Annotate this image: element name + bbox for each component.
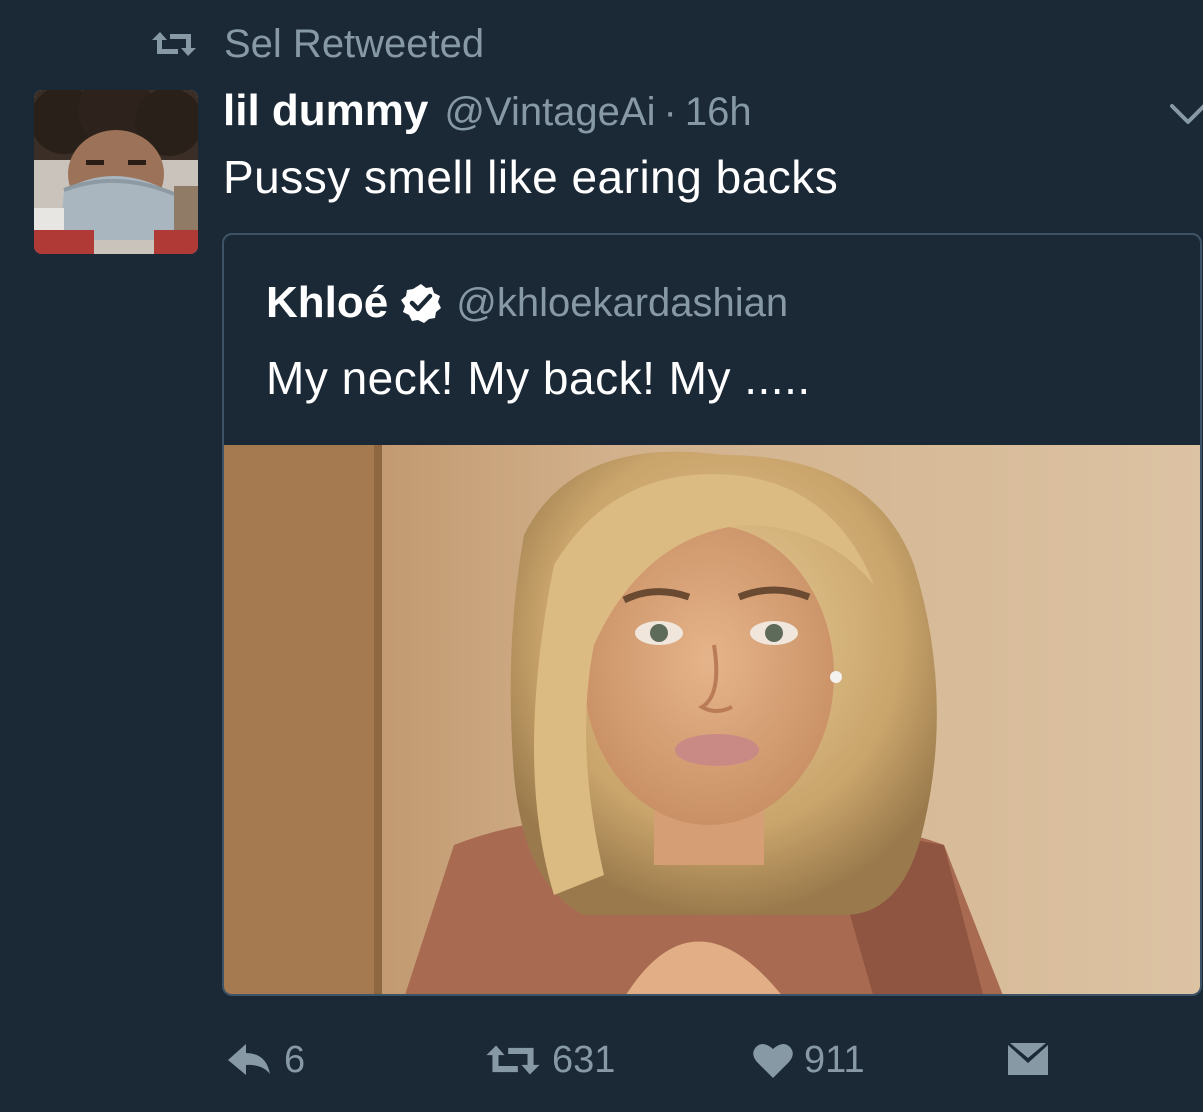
user-handle[interactable]: @VintageAi (444, 90, 655, 135)
quoted-tweet-text: My neck! My back! My ..... (266, 352, 811, 404)
like-count: 911 (804, 1038, 865, 1081)
quoted-user-handle: @khloekardashian (456, 280, 789, 325)
like-button[interactable]: 911 (752, 1030, 865, 1090)
heart-icon (752, 1040, 794, 1080)
verified-badge-icon (400, 282, 442, 324)
reply-button[interactable]: 6 (226, 1030, 305, 1090)
display-name[interactable]: lil dummy (223, 86, 428, 136)
reply-count: 6 (284, 1038, 306, 1081)
separator-dot: · (663, 90, 677, 134)
tweet-header: lil dummy @VintageAi · 16h (223, 86, 752, 138)
avatar[interactable] (34, 90, 198, 254)
direct-message-button[interactable] (1006, 1030, 1050, 1090)
quoted-tweet-photo[interactable] (224, 445, 1200, 994)
reply-icon (226, 1040, 274, 1080)
retweet-context[interactable]: Sel Retweeted (150, 22, 484, 66)
retweet-count: 631 (552, 1038, 616, 1081)
quoted-tweet-header: Khloé @khloekardashian (266, 275, 788, 331)
tweet-view: Sel Retweeted lil dummy @VintageAi · 16h (0, 0, 1203, 1112)
retweet-icon (150, 28, 198, 60)
quoted-tweet-card[interactable]: Khloé @khloekardashian My neck! My back!… (222, 233, 1202, 996)
retweet-icon (484, 1040, 542, 1080)
envelope-icon (1006, 1041, 1050, 1079)
quoted-display-name: Khloé (266, 278, 389, 327)
retweet-context-label: Sel Retweeted (224, 21, 485, 66)
retweet-button[interactable]: 631 (484, 1030, 615, 1090)
tweet-text: Pussy smell like earing backs (223, 151, 839, 203)
timestamp[interactable]: 16h (685, 90, 752, 135)
tweet-actions: 6 631 911 (0, 1030, 1203, 1090)
chevron-down-icon[interactable] (1168, 98, 1203, 128)
